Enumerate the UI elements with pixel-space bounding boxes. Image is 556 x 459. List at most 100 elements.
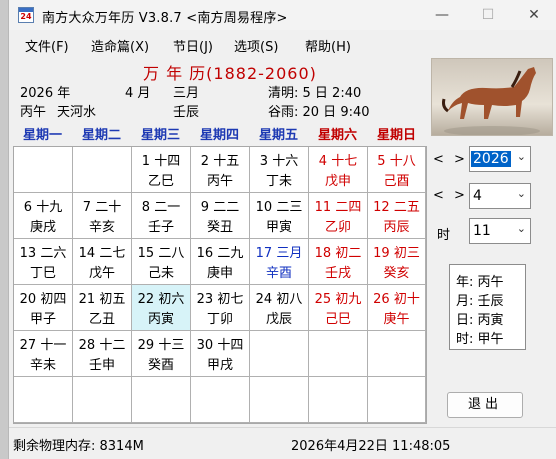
nayin-label: 天河水 <box>57 105 97 120</box>
day-number-lunar: 12 二五 <box>373 200 420 215</box>
exit-button[interactable]: 退出 <box>447 392 523 418</box>
day-number-lunar: 29 十三 <box>137 338 185 353</box>
day-number-lunar: 25 初九 <box>314 292 362 307</box>
minimize-button[interactable]: — <box>419 0 465 30</box>
calendar-day-cell[interactable]: 18 初二 壬戌 <box>309 239 368 285</box>
day-ganzhi: 庚午 <box>383 312 410 327</box>
year-select-value: 2026 <box>471 151 511 167</box>
day-number-lunar: 3 十六 <box>259 154 299 169</box>
weekday-tue: 星期二 <box>81 128 121 143</box>
day-number-lunar: 6 十九 <box>23 200 63 215</box>
calendar-day-cell[interactable]: 10 二三 甲寅 <box>250 193 309 239</box>
day-ganzhi: 己未 <box>147 266 174 281</box>
month-arrows[interactable]: < > <box>433 188 468 203</box>
chevron-down-icon: ⌄ <box>516 222 526 235</box>
maximize-button[interactable]: ☐ <box>465 0 511 30</box>
day-ganzhi: 辛未 <box>29 358 56 373</box>
year-select[interactable]: 2026 ⌄ <box>469 146 531 172</box>
calendar-day-cell[interactable]: 8 二一 壬子 <box>132 193 191 239</box>
day-number-lunar: 9 二二 <box>200 200 240 215</box>
day-number-lunar: 7 二十 <box>82 200 122 215</box>
calendar-day-cell[interactable]: 20 初四甲子 <box>14 285 73 331</box>
ganzhi-hour: 时: 甲午 <box>456 332 504 347</box>
hour-select-value: 11 <box>473 223 491 239</box>
day-ganzhi: 戊辰 <box>265 312 292 327</box>
calendar-day-cell[interactable]: 9 二二癸丑 <box>191 193 250 239</box>
menu-bar: 文件(F) 造命篇(X) 节日(J) 选项(S) 帮助(H) <box>9 31 556 57</box>
day-number-lunar: 4 十七 <box>318 154 358 169</box>
calendar-day-cell[interactable]: 24 初八戊辰 <box>250 285 309 331</box>
day-number-lunar: 22 初六 <box>137 292 185 307</box>
day-number-lunar: 11 二四 <box>314 200 362 215</box>
calendar-day-cell[interactable]: 5 十八 己酉 <box>368 147 426 193</box>
empty-day-cell <box>191 377 250 423</box>
day-number-lunar: 30 十四 <box>196 338 244 353</box>
calendar-day-cell[interactable]: 3 十六 丁未 <box>250 147 309 193</box>
empty-day-cell <box>250 377 309 423</box>
weekday-thu: 星期四 <box>199 128 239 143</box>
day-ganzhi: 甲子 <box>29 312 56 327</box>
day-number-lunar: 2 十五 <box>200 154 240 169</box>
chevron-down-icon: ⌄ <box>516 187 526 200</box>
calendar-day-cell[interactable]: 30 十四 甲戌 <box>191 331 250 377</box>
weekday-wed: 星期三 <box>140 128 180 143</box>
ganzhi-day: 日: 丙寅 <box>456 313 504 328</box>
calendar-day-cell[interactable]: 14 二七 戊午 <box>73 239 132 285</box>
calendar-day-cell[interactable]: 23 初七丁卯 <box>191 285 250 331</box>
day-number-lunar: 14 二七 <box>78 246 126 261</box>
day-number-lunar: 28 十二 <box>78 338 126 353</box>
calendar-day-cell[interactable]: 27 十一 辛未 <box>14 331 73 377</box>
calendar-day-cell[interactable]: 22 初六丙寅 <box>132 285 191 331</box>
day-number-lunar: 24 初八 <box>255 292 303 307</box>
calendar-day-cell[interactable]: 16 二九 庚申 <box>191 239 250 285</box>
desktop-background <box>0 0 8 459</box>
year-label: 2026 年 <box>20 86 71 101</box>
app-icon-text: 24 <box>20 12 32 21</box>
memory-status: 剩余物理内存: 8314M <box>13 439 144 454</box>
day-number-lunar: 23 初七 <box>196 292 244 307</box>
menu-zaoming[interactable]: 造命篇(X) <box>91 36 149 55</box>
calendar-day-cell[interactable]: 26 初十庚午 <box>368 285 426 331</box>
calendar-day-cell[interactable]: 25 初九 己巳 <box>309 285 368 331</box>
calendar-day-cell[interactable]: 6 十九庚戌 <box>14 193 73 239</box>
year-arrows[interactable]: < > <box>433 152 468 167</box>
day-number-lunar: 8 二一 <box>141 200 181 215</box>
calendar-day-cell[interactable]: 21 初五 乙丑 <box>73 285 132 331</box>
calendar-day-cell[interactable]: 11 二四乙卯 <box>309 193 368 239</box>
menu-file[interactable]: 文件(F) <box>25 36 69 55</box>
calendar-day-cell[interactable]: 2 十五丙午 <box>191 147 250 193</box>
hour-select[interactable]: 11 ⌄ <box>469 218 531 244</box>
calendar-day-cell[interactable]: 15 二八 己未 <box>132 239 191 285</box>
calendar-day-cell[interactable]: 29 十三癸酉 <box>132 331 191 377</box>
empty-day-cell <box>132 377 191 423</box>
menu-help[interactable]: 帮助(H) <box>305 36 351 55</box>
day-ganzhi: 癸酉 <box>147 358 174 373</box>
day-ganzhi: 甲寅 <box>265 220 292 235</box>
day-ganzhi: 乙卯 <box>324 220 351 235</box>
menu-options[interactable]: 选项(S) <box>234 36 278 55</box>
day-ganzhi: 丙寅 <box>147 312 174 327</box>
calendar-day-cell[interactable]: 12 二五丙辰 <box>368 193 426 239</box>
day-ganzhi: 丙午 <box>206 174 233 189</box>
day-number-lunar: 21 初五 <box>78 292 126 307</box>
menu-holidays[interactable]: 节日(J) <box>173 36 213 55</box>
day-ganzhi: 庚戌 <box>29 220 56 235</box>
day-ganzhi: 丁卯 <box>206 312 233 327</box>
calendar-day-cell[interactable]: 28 十二 壬申 <box>73 331 132 377</box>
horse-icon <box>442 67 540 135</box>
calendar-day-cell[interactable]: 1 十四 乙巳 <box>132 147 191 193</box>
calendar-day-cell[interactable]: 7 二十 辛亥 <box>73 193 132 239</box>
calendar-day-cell[interactable]: 4 十七 戊申 <box>309 147 368 193</box>
calendar-day-cell[interactable]: 17 三月 辛酉 <box>250 239 309 285</box>
calendar-day-cell[interactable]: 19 初三 癸亥 <box>368 239 426 285</box>
month-select[interactable]: 4 ⌄ <box>469 183 531 209</box>
day-number-lunar: 26 初十 <box>373 292 420 307</box>
day-ganzhi: 丙辰 <box>383 220 410 235</box>
day-ganzhi: 庚申 <box>206 266 233 281</box>
empty-day-cell <box>73 147 132 193</box>
close-button[interactable]: ✕ <box>511 0 556 30</box>
calendar-day-cell[interactable]: 13 二六 丁巳 <box>14 239 73 285</box>
day-number-lunar: 20 初四 <box>19 292 67 307</box>
day-ganzhi: 癸丑 <box>206 220 233 235</box>
weekday-header: 星期一 星期二 星期三 星期四 星期五 星期六 星期日 <box>13 122 427 144</box>
